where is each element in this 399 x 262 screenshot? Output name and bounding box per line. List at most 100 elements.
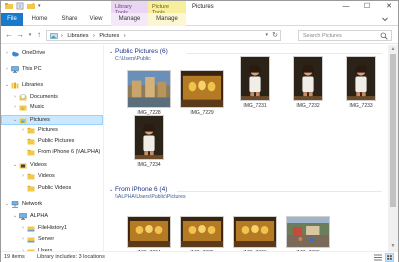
refresh-icon[interactable]: ↻ [272, 31, 278, 39]
breadcrumb-separator[interactable]: › [93, 33, 95, 39]
chevron-right-icon[interactable]: › [4, 65, 10, 74]
nav-item-public-videos[interactable]: Public Videos [20, 184, 102, 193]
nav-item-pictures[interactable]: › Pictures [20, 126, 102, 135]
expand-ribbon-icon[interactable] [381, 15, 389, 23]
tab-manage-picture[interactable]: Manage [148, 13, 186, 26]
chevron-down-icon[interactable]: ⌄ [4, 81, 10, 90]
breadcrumb-pictures[interactable]: Pictures [99, 33, 119, 39]
photo-tile[interactable]: IMG_7228 [127, 62, 171, 117]
nav-item-public-pictures[interactable]: Public Pictures [20, 137, 102, 146]
nav-item-filehistory1[interactable]: › FileHistory1 [20, 224, 102, 233]
scroll-up-icon[interactable]: ▲ [389, 46, 397, 53]
tab-manage-library[interactable]: Manage [111, 13, 148, 26]
share-folder-icon [27, 237, 35, 243]
photo-tile[interactable]: IMG_7329 [286, 202, 330, 251]
nav-item-network[interactable]: ⌄ Network [4, 200, 102, 209]
breadcrumb-separator[interactable]: › [61, 33, 63, 39]
chevron-down-icon[interactable]: ⌄ [4, 200, 10, 209]
chevron-right-icon[interactable]: › [20, 235, 26, 244]
tab-share[interactable]: Share [57, 13, 82, 26]
photo-thumbnail [127, 70, 171, 108]
chevron-right-icon[interactable]: › [12, 103, 18, 112]
photo-thumbnail [233, 216, 277, 248]
search-box[interactable]: Search Pictures [298, 30, 392, 41]
new-folder-icon[interactable]: + [27, 2, 35, 10]
tab-home[interactable]: Home [27, 13, 52, 26]
group-collapse-icon[interactable]: ⌄ [109, 49, 113, 55]
nav-item-libraries[interactable]: ⌄ Libraries [4, 81, 102, 90]
photo-tile[interactable]: IMG_7229 [180, 62, 224, 117]
address-bar[interactable]: › Libraries › Pictures › ▾ ↻ [46, 30, 281, 41]
photo-filename: IMG_7232 [296, 103, 320, 109]
nav-item-label: From iPhone 6 (\\ALPHA) [38, 149, 101, 155]
nav-item-label: Pictures [30, 117, 50, 123]
chevron-right-icon[interactable]: › [12, 93, 18, 102]
details-view-icon[interactable] [374, 254, 382, 261]
search-input[interactable]: Search Pictures [303, 32, 342, 40]
status-bar: 19 items Library includes: 3 locations [1, 251, 398, 262]
photo-thumbnail [180, 216, 224, 248]
properties-icon[interactable] [16, 2, 24, 10]
photo-tile[interactable]: IMG_7326 [233, 202, 277, 251]
maximize-button[interactable]: ☐ [359, 1, 375, 12]
photo-thumbnail [293, 56, 323, 101]
photo-tile[interactable]: IMG_7234 [127, 114, 171, 169]
chevron-right-icon[interactable]: › [20, 172, 26, 181]
back-arrow-icon[interactable]: ← [4, 30, 14, 40]
nav-item-this-pc[interactable]: › This PC [4, 65, 102, 74]
nav-item-label: OneDrive [22, 50, 46, 56]
title-bar: + ▾ Library Tools Picture Tools Pictures… [1, 1, 398, 16]
nav-item-server[interactable]: › Server [20, 235, 102, 244]
large-icons-view-icon[interactable] [385, 253, 394, 262]
address-dropdown-icon[interactable]: ▾ [265, 32, 268, 38]
chevron-right-icon[interactable]: › [4, 49, 10, 58]
nav-item-alpha[interactable]: ⌄ ALPHA [12, 212, 102, 221]
nav-item-videos[interactable]: ⌄ Videos [12, 161, 102, 170]
group-divider [187, 53, 382, 54]
up-arrow-icon[interactable]: ↑ [34, 30, 44, 40]
forward-arrow-icon[interactable]: → [15, 30, 25, 40]
photo-tile[interactable]: IMG_7233 [339, 55, 383, 110]
minimize-button[interactable]: — [338, 1, 354, 12]
group-heading[interactable]: From iPhone 6 (4) [115, 186, 167, 193]
nav-item-onedrive[interactable]: › OneDrive [4, 49, 102, 58]
vertical-scrollbar[interactable]: ▲ ▼ [388, 45, 398, 251]
chevron-down-icon[interactable]: ⌄ [12, 116, 18, 125]
music-icon: ♪ [19, 105, 27, 111]
nav-item-music[interactable]: › ♪ Music [12, 103, 102, 112]
group-heading[interactable]: Public Pictures (6) [115, 48, 168, 55]
chevron-down-icon[interactable]: ⌄ [12, 212, 18, 221]
breadcrumb: › Libraries › Pictures › [61, 32, 129, 40]
qa-dropdown-icon[interactable]: ▾ [38, 3, 41, 9]
scrollbar-thumb[interactable] [390, 54, 396, 207]
computer-icon [11, 66, 19, 73]
photo-thumbnail [127, 216, 171, 248]
close-button[interactable]: ✕ [381, 1, 397, 12]
nav-item-label: Music [30, 104, 45, 110]
breadcrumb-libraries[interactable]: Libraries [67, 33, 88, 39]
nav-item-label: Public Videos [38, 185, 72, 191]
tab-file[interactable]: File [1, 13, 23, 26]
chevron-right-icon[interactable]: › [20, 224, 26, 233]
nav-item-label: Pictures [38, 127, 58, 133]
nav-item-videos[interactable]: › Videos [20, 172, 102, 181]
nav-item-pictures[interactable]: ⌄ Pictures [12, 116, 102, 125]
group-path[interactable]: \\ALPHA\Users\Public\Pictures [115, 194, 186, 200]
chevron-right-icon[interactable]: › [20, 126, 26, 135]
navigation-pane: › OneDrive › This PC ⌄ Libraries › Documents › ♪ M… [1, 45, 104, 251]
scroll-down-icon[interactable]: ▼ [389, 243, 397, 250]
photo-tile[interactable]: IMG_7232 [286, 55, 330, 110]
photo-tile[interactable]: IMG_7325 [180, 202, 224, 251]
nav-item-label: Videos [38, 173, 55, 179]
photo-tile[interactable]: IMG_7231 [233, 55, 277, 110]
chevron-down-icon[interactable]: ⌄ [12, 161, 18, 170]
breadcrumb-separator[interactable]: › [124, 33, 126, 39]
documents-icon [19, 94, 27, 101]
nav-item-from-iphone-6-alpha[interactable]: From iPhone 6 (\\ALPHA) [20, 148, 102, 157]
nav-item-documents[interactable]: › Documents [12, 93, 102, 102]
photo-thumbnail [134, 115, 164, 160]
group-collapse-icon[interactable]: ⌄ [109, 187, 113, 193]
tab-view[interactable]: View [85, 13, 107, 26]
videos-icon [19, 163, 27, 169]
photo-tile[interactable]: IMG_7324 [127, 202, 171, 251]
